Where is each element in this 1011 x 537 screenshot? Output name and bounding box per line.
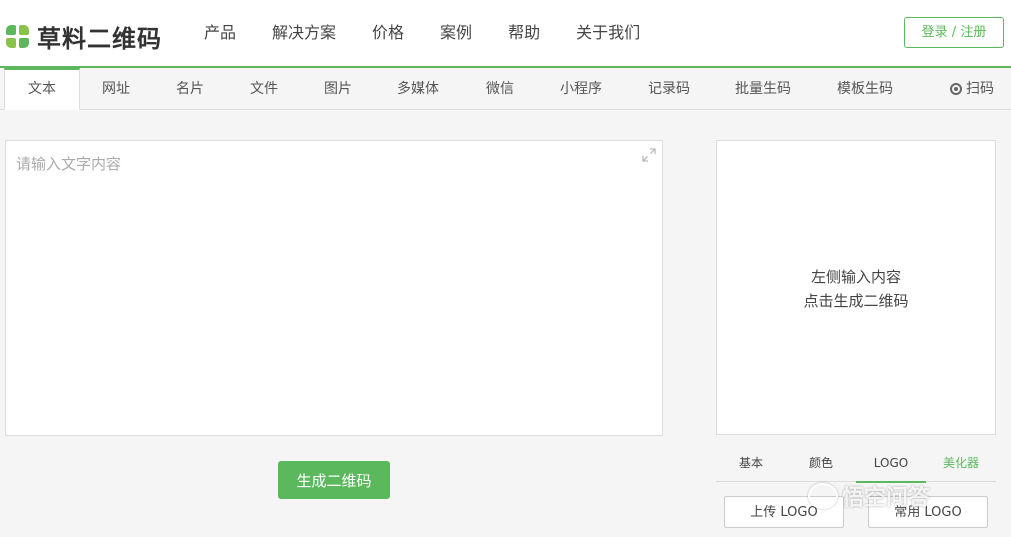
brand-logo[interactable]: 草料二维码 — [6, 19, 162, 54]
nav-item-products[interactable]: 产品 — [186, 0, 254, 66]
watermark-text: 悟空问答 — [842, 486, 931, 511]
speech-bubble-icon — [808, 483, 838, 509]
generate-qr-button[interactable]: 生成二维码 — [278, 461, 390, 499]
tab-record-code[interactable]: 记录码 — [630, 68, 708, 110]
top-header: 草料二维码 产品 解决方案 价格 案例 帮助 关于我们 登录 / 注册 — [0, 0, 1011, 68]
nav-item-help[interactable]: 帮助 — [490, 0, 558, 66]
tab-text[interactable]: 文本 — [4, 68, 80, 110]
tab-multimedia[interactable]: 多媒体 — [380, 68, 456, 110]
nav-item-about[interactable]: 关于我们 — [558, 0, 658, 66]
logo-icon — [6, 24, 30, 49]
nav-item-cases[interactable]: 案例 — [422, 0, 490, 66]
login-register-button[interactable]: 登录 / 注册 — [904, 17, 1004, 48]
qr-preview-panel: 左侧输入内容 点击生成二维码 — [716, 140, 996, 435]
expand-icon[interactable] — [642, 148, 656, 162]
style-tab-beautifier[interactable]: 美化器 — [926, 448, 996, 481]
main-nav: 产品 解决方案 价格 案例 帮助 关于我们 — [186, 0, 658, 66]
style-tab-color[interactable]: 颜色 — [786, 448, 856, 481]
tab-wechat[interactable]: 微信 — [464, 68, 536, 110]
text-content-input[interactable] — [5, 140, 663, 436]
preview-hint-line-1: 左侧输入内容 — [810, 268, 901, 286]
logo-text: 草料二维码 — [37, 25, 162, 53]
style-tab-basic[interactable]: 基本 — [716, 448, 786, 481]
tab-batch-generate[interactable]: 批量生码 — [718, 68, 808, 110]
preview-hint-line-2: 点击生成二维码 — [803, 292, 909, 310]
tab-template-generate[interactable]: 模板生码 — [820, 68, 910, 110]
tab-mini-program[interactable]: 小程序 — [542, 68, 620, 110]
type-tabs: 文本 网址 名片 文件 图片 多媒体 微信 小程序 记录码 批量生码 模板生码 … — [0, 68, 1011, 110]
style-tabs: 基本 颜色 LOGO 美化器 — [716, 448, 996, 483]
tab-business-card[interactable]: 名片 — [154, 68, 226, 110]
camera-icon — [950, 83, 962, 95]
scan-label: 扫码 — [966, 81, 994, 97]
nav-item-solutions[interactable]: 解决方案 — [254, 0, 354, 66]
watermark: 悟空问答 — [808, 480, 930, 512]
qr-preview-hint: 左侧输入内容 点击生成二维码 — [717, 265, 995, 313]
tab-image[interactable]: 图片 — [302, 68, 374, 110]
style-tab-logo[interactable]: LOGO — [856, 448, 926, 483]
tab-url[interactable]: 网址 — [80, 68, 152, 110]
tab-file[interactable]: 文件 — [228, 68, 300, 110]
nav-item-pricing[interactable]: 价格 — [354, 0, 422, 66]
scan-button[interactable]: 扫码 — [950, 68, 994, 110]
